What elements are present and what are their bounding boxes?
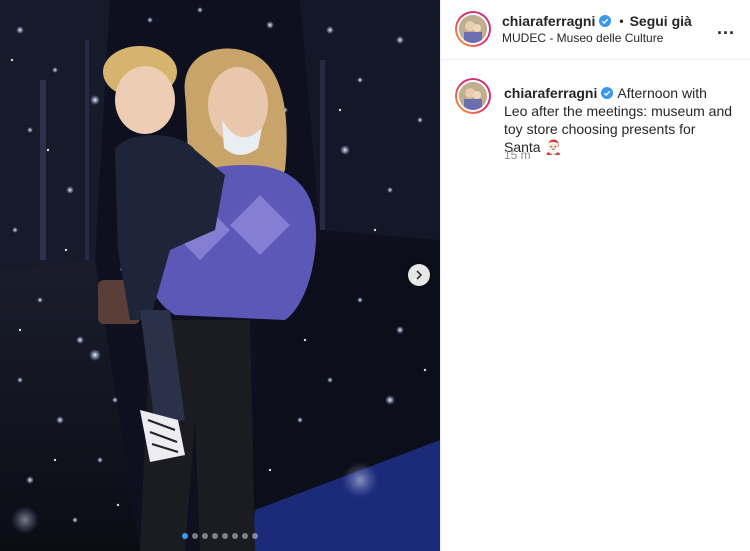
profile-photo <box>459 82 487 110</box>
carousel-dot <box>212 533 218 539</box>
following-button[interactable]: Segui già <box>630 13 692 29</box>
profile-photo <box>459 15 487 43</box>
carousel-dot <box>192 533 198 539</box>
verified-badge-icon <box>599 15 612 27</box>
next-slide-button[interactable] <box>408 264 430 286</box>
caption-avatar[interactable] <box>455 78 491 114</box>
caption-text-block: chiaraferragni Afternoon with Leo after t… <box>504 84 734 156</box>
avatar[interactable] <box>455 11 491 47</box>
carousel-dot <box>232 533 238 539</box>
verified-badge-icon <box>601 87 614 99</box>
username-link[interactable]: chiaraferragni <box>502 13 595 29</box>
post-details-panel: chiaraferragni • Segui già MUDEC - Museo… <box>440 0 750 551</box>
location-link[interactable]: MUDEC - Museo delle Culture <box>502 31 663 45</box>
post-photo <box>0 0 440 551</box>
separator-dot: • <box>619 14 624 28</box>
post-header: chiaraferragni • Segui già MUDEC - Museo… <box>441 0 750 60</box>
carousel-dot <box>252 533 258 539</box>
chevron-right-icon <box>416 270 423 280</box>
carousel-dot <box>222 533 228 539</box>
caption-username[interactable]: chiaraferragni <box>504 85 597 101</box>
carousel-dot <box>202 533 208 539</box>
post-timestamp[interactable]: 15 m <box>504 148 531 162</box>
carousel-dot <box>182 533 188 539</box>
post-media[interactable] <box>0 0 440 551</box>
carousel-indicator <box>0 533 440 539</box>
more-options-icon[interactable]: ... <box>717 18 735 39</box>
carousel-dot <box>242 533 248 539</box>
